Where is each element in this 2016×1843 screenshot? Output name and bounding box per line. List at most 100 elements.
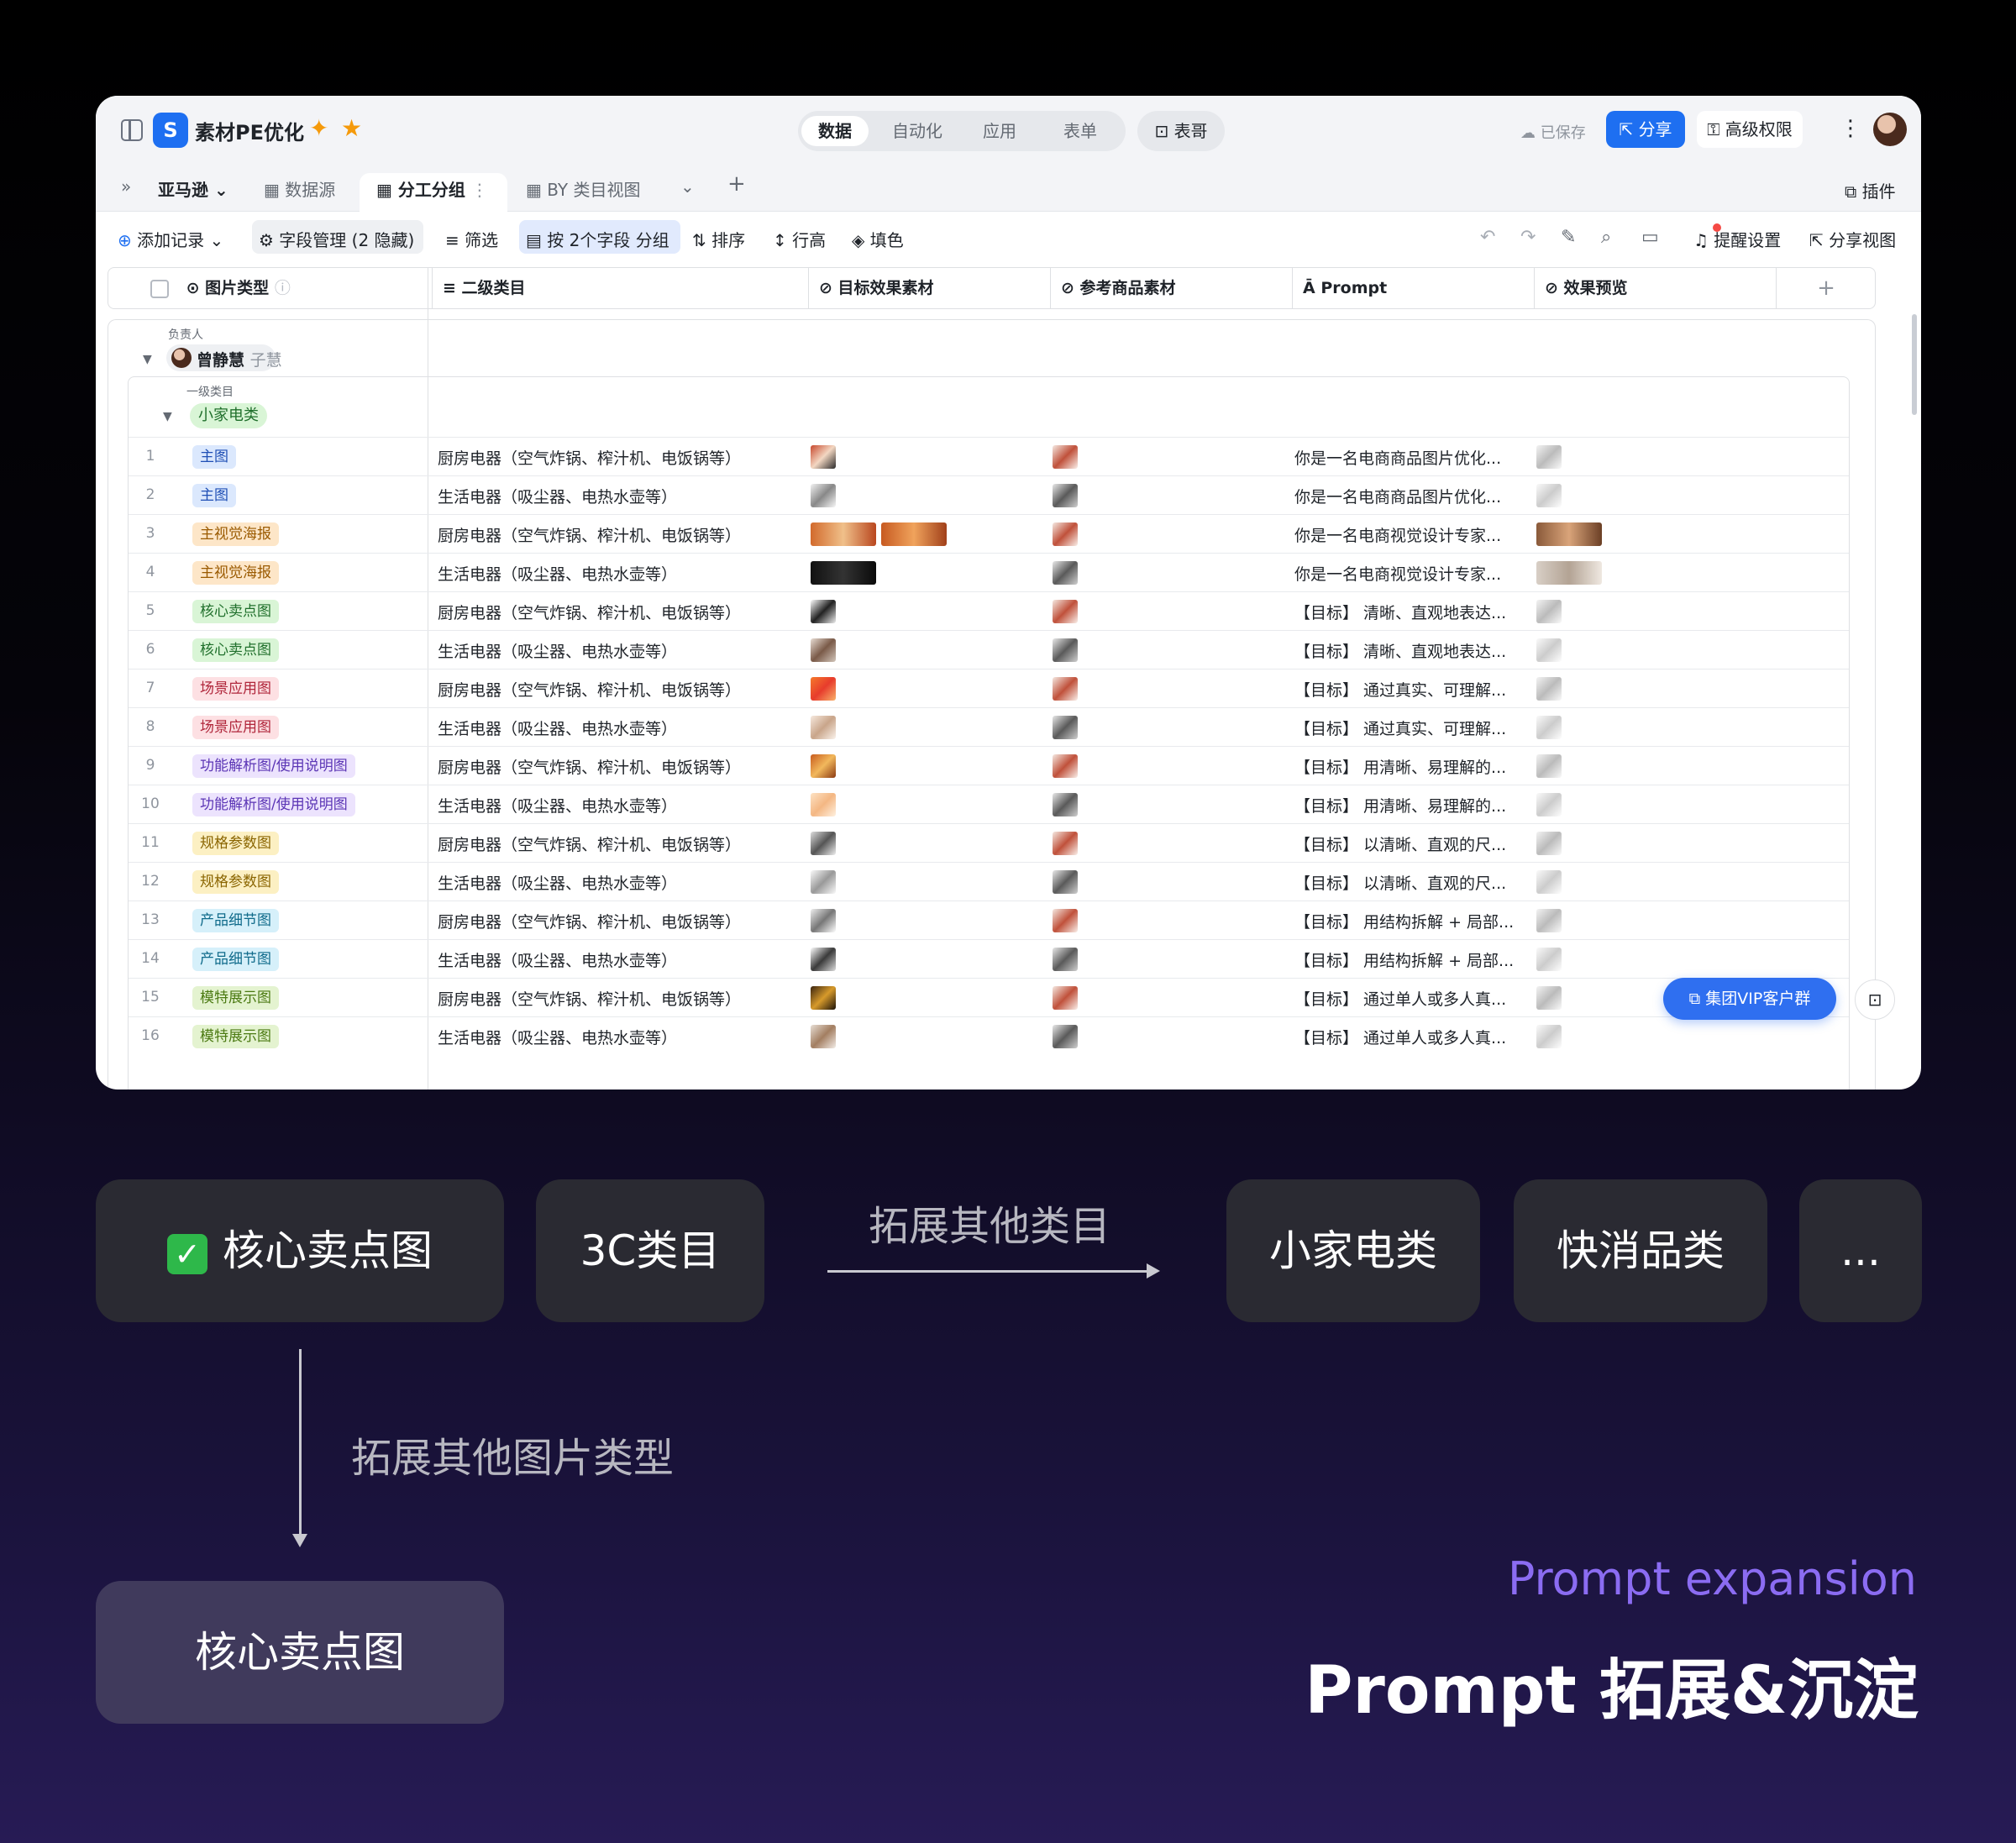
prompt-cell[interactable]: 【目标】 以清晰、直观的尺...	[1294, 832, 1506, 855]
target-material-thumbnail[interactable]	[811, 870, 836, 894]
prompt-cell[interactable]: 【目标】 以清晰、直观的尺...	[1294, 871, 1506, 894]
table-row[interactable]: 11 规格参数图 厨房电器（空气炸锅、榨汁机、电饭锅等） 【目标】 以清晰、直观的尺.…	[129, 823, 1849, 862]
advanced-permission-button[interactable]: ⚿ 高级权限	[1697, 111, 1803, 148]
reminder-button[interactable]: ♫ 提醒设置	[1693, 227, 1781, 251]
reference-material-thumbnail[interactable]	[1053, 716, 1078, 739]
column-header-prompt[interactable]: Ā Prompt	[1293, 268, 1535, 308]
subcategory-cell[interactable]: 生活电器（吸尘器、电热水壶等）	[438, 948, 677, 971]
preview-thumbnail[interactable]	[1536, 522, 1602, 546]
preview-thumbnail[interactable]	[1536, 716, 1562, 739]
table-row[interactable]: 12 规格参数图 生活电器（吸尘器、电热水壶等） 【目标】 以清晰、直观的尺...	[129, 862, 1849, 900]
vip-group-button[interactable]: ⧉ 集团VIP客户群	[1663, 978, 1836, 1020]
target-material-thumbnail[interactable]	[811, 445, 836, 469]
target-material-thumbnail[interactable]	[811, 832, 836, 855]
tab-menu-icon[interactable]: ⋮	[471, 180, 488, 200]
reference-material-thumbnail[interactable]	[1053, 832, 1078, 855]
prompt-cell[interactable]: 【目标】 通过单人或多人真...	[1294, 1026, 1506, 1048]
preview-thumbnail[interactable]	[1536, 870, 1562, 894]
more-icon[interactable]: ⋮	[1840, 116, 1861, 141]
prompt-cell[interactable]: 【目标】 通过单人或多人真...	[1294, 987, 1506, 1010]
preview-thumbnail[interactable]	[1536, 793, 1562, 816]
column-header-target-material[interactable]: ⊘ 目标效果素材	[809, 268, 1051, 308]
collapse-triangle-icon[interactable]: ▼	[163, 410, 172, 423]
pin-icon[interactable]: ✦	[309, 114, 328, 142]
sort-button[interactable]: ⇅ 排序	[692, 227, 745, 251]
table-row[interactable]: 15 模特展示图 厨房电器（空气炸锅、榨汁机、电饭锅等） 【目标】 通过单人或多人真.…	[129, 978, 1849, 1016]
preview-thumbnail[interactable]	[1536, 1025, 1562, 1048]
table-row[interactable]: 6 核心卖点图 生活电器（吸尘器、电热水壶等） 【目标】 清晰、直观地表达...	[129, 630, 1849, 669]
tab-division-group[interactable]: ▦ 分工分组 ⋮	[376, 176, 488, 201]
add-record-button[interactable]: ⊕ 添加记录 ⌄	[118, 227, 223, 251]
vertical-scrollbar[interactable]	[1912, 314, 1917, 415]
subcategory-cell[interactable]: 厨房电器（空气炸锅、榨汁机、电饭锅等）	[438, 755, 741, 778]
target-material-thumbnail[interactable]	[811, 793, 836, 816]
reference-material-thumbnail[interactable]	[1053, 638, 1078, 662]
assistant-bot-icon[interactable]: ⊡	[1855, 979, 1895, 1020]
add-view-icon[interactable]: +	[727, 171, 746, 197]
tab-by-category[interactable]: ▦ BY 类目视图	[526, 176, 640, 201]
redo-icon[interactable]: ↷	[1520, 227, 1536, 248]
subcategory-cell[interactable]: 厨房电器（空气炸锅、榨汁机、电饭锅等）	[438, 601, 741, 623]
table-row[interactable]: 10 功能解析图/使用说明图 生活电器（吸尘器、电热水壶等） 【目标】 用清晰、易理解…	[129, 785, 1849, 823]
subcategory-cell[interactable]: 生活电器（吸尘器、电热水壶等）	[438, 794, 677, 816]
subcategory-cell[interactable]: 生活电器（吸尘器、电热水壶等）	[438, 871, 677, 894]
target-material-thumbnail[interactable]	[811, 484, 836, 507]
prompt-cell[interactable]: 【目标】 用结构拆解 + 局部...	[1294, 948, 1514, 971]
prompt-cell[interactable]: 你是一名电商视觉设计专家...	[1294, 523, 1501, 546]
tab-data[interactable]: 数据	[801, 116, 869, 146]
preview-thumbnail[interactable]	[1536, 638, 1562, 662]
column-header-image-type[interactable]: ⊙ 图片类型 ⓘ	[108, 268, 433, 308]
prompt-cell[interactable]: 【目标】 通过真实、可理解...	[1294, 717, 1506, 739]
subcategory-cell[interactable]: 厨房电器（空气炸锅、榨汁机、电饭锅等）	[438, 523, 741, 546]
edit-icon[interactable]: ✎	[1561, 227, 1576, 248]
column-header-reference-material[interactable]: ⊘ 参考商品素材	[1051, 268, 1293, 308]
subcategory-cell[interactable]: 厨房电器（空气炸锅、榨汁机、电饭锅等）	[438, 832, 741, 855]
star-icon[interactable]: ★	[341, 114, 362, 142]
prompt-cell[interactable]: 【目标】 用清晰、易理解的...	[1294, 755, 1506, 778]
undo-icon[interactable]: ↶	[1480, 227, 1495, 248]
share-button[interactable]: ⇱ 分享	[1606, 111, 1685, 148]
preview-thumbnail[interactable]	[1536, 986, 1562, 1010]
table-row[interactable]: 14 产品细节图 生活电器（吸尘器、电热水壶等） 【目标】 用结构拆解 + 局部...	[129, 939, 1849, 978]
preview-thumbnail[interactable]	[1536, 600, 1562, 623]
column-header-preview[interactable]: ⊘ 效果预览	[1535, 268, 1777, 308]
target-material-thumbnail[interactable]	[811, 600, 836, 623]
target-material-thumbnail[interactable]	[811, 754, 836, 778]
prompt-cell[interactable]: 【目标】 通过真实、可理解...	[1294, 678, 1506, 701]
reference-material-thumbnail[interactable]	[1053, 870, 1078, 894]
table-row[interactable]: 1 主图 厨房电器（空气炸锅、榨汁机、电饭锅等） 你是一名电商商品图片优化...	[129, 437, 1849, 475]
search-icon[interactable]: ⌕	[1601, 227, 1611, 248]
subcategory-cell[interactable]: 生活电器（吸尘器、电热水壶等）	[438, 717, 677, 739]
plugin-button[interactable]: ⧉ 插件	[1845, 178, 1896, 202]
prompt-cell[interactable]: 【目标】 清晰、直观地表达...	[1294, 601, 1506, 623]
subcategory-cell[interactable]: 生活电器（吸尘器、电热水壶等）	[438, 485, 677, 507]
reference-material-thumbnail[interactable]	[1053, 677, 1078, 701]
target-material-thumbnail[interactable]	[811, 1025, 836, 1048]
field-manage-button[interactable]: ⚙ 字段管理 (2 隐藏)	[259, 227, 414, 251]
tab-datasource[interactable]: ▦ 数据源	[264, 176, 335, 201]
reference-material-thumbnail[interactable]	[1053, 522, 1078, 546]
preview-thumbnail[interactable]	[1536, 909, 1562, 932]
table-row[interactable]: 4 主视觉海报 生活电器（吸尘器、电热水壶等） 你是一名电商视觉设计专家...	[129, 553, 1849, 591]
reference-material-thumbnail[interactable]	[1053, 909, 1078, 932]
subcategory-cell[interactable]: 厨房电器（空气炸锅、榨汁机、电饭锅等）	[438, 987, 741, 1010]
fill-color-button[interactable]: ◈ 填色	[852, 227, 904, 251]
target-material-thumbnail[interactable]	[811, 677, 836, 701]
user-avatar[interactable]	[1873, 113, 1907, 146]
prompt-cell[interactable]: 你是一名电商视觉设计专家...	[1294, 562, 1501, 585]
subcategory-cell[interactable]: 生活电器（吸尘器、电热水壶等）	[438, 1026, 677, 1048]
reference-material-thumbnail[interactable]	[1053, 948, 1078, 971]
preview-thumbnail[interactable]	[1536, 445, 1562, 469]
prompt-cell[interactable]: 你是一名电商商品图片优化...	[1294, 446, 1501, 469]
subcategory-cell[interactable]: 厨房电器（空气炸锅、榨汁机、电饭锅等）	[438, 678, 741, 701]
table-row[interactable]: 2 主图 生活电器（吸尘器、电热水壶等） 你是一名电商商品图片优化...	[129, 475, 1849, 514]
reference-material-thumbnail[interactable]	[1053, 754, 1078, 778]
target-material-thumbnail[interactable]	[811, 561, 876, 585]
subcategory-cell[interactable]: 生活电器（吸尘器、电热水壶等）	[438, 639, 677, 662]
tab-automation[interactable]: 自动化	[875, 116, 959, 146]
tab-apps[interactable]: 应用	[966, 116, 1033, 146]
reference-material-thumbnail[interactable]	[1053, 1025, 1078, 1048]
add-column-icon[interactable]: +	[1777, 268, 1876, 308]
target-material-thumbnail[interactable]	[811, 522, 876, 546]
table-row[interactable]: 5 核心卖点图 厨房电器（空气炸锅、榨汁机、电饭锅等） 【目标】 清晰、直观地表达..…	[129, 591, 1849, 630]
